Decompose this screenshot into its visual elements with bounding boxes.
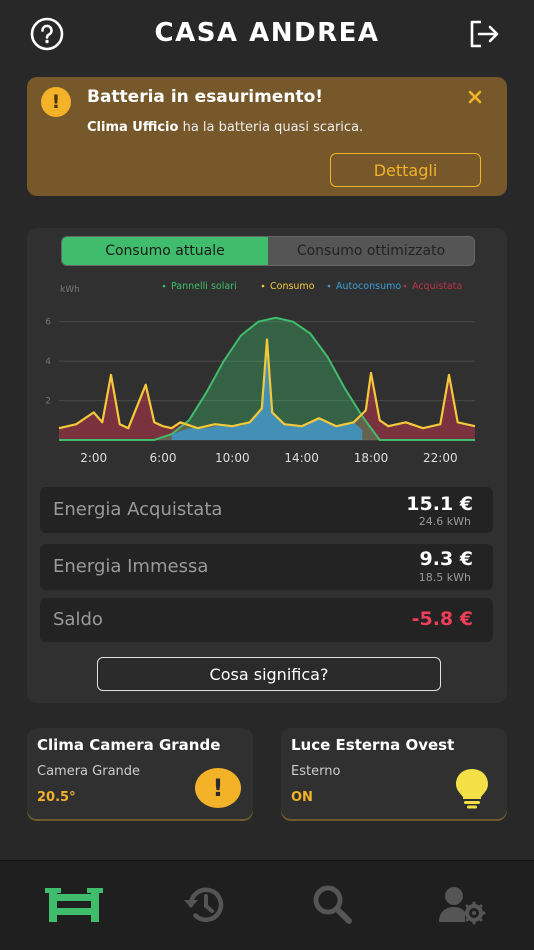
legend-dot: [403, 284, 407, 288]
x-tick-label: 18:00: [354, 451, 389, 465]
battery-alert: ! Batteria in esaurimento! Clima Ufficio…: [27, 77, 507, 196]
stat-label: Energia Immessa: [53, 556, 209, 577]
energy-chart: 2 4 6 kWh Pannelli solari Consumo Autoconsumo A…: [45, 281, 476, 465]
tab-consumo-attuale[interactable]: Consumo attuale: [62, 237, 268, 265]
lightbulb-icon: [456, 769, 488, 809]
y-tick-label: 6: [45, 318, 51, 328]
home-icon: [45, 888, 103, 922]
legend-entry: Autoconsumo: [336, 281, 401, 292]
help-circle-icon: [30, 17, 64, 51]
x-tick-label: 2:00: [80, 451, 107, 465]
stat-label: Energia Acquistata: [53, 499, 223, 520]
energy-panel: Consumo attuale Consumo ottimizzato 2 4 6 k…: [27, 228, 507, 703]
device-title: Clima Camera Grande: [37, 736, 221, 754]
stat-kwh: 24.6 kWh: [418, 515, 471, 528]
stat-label: Saldo: [53, 609, 103, 630]
search-icon: [313, 885, 352, 924]
nav-history[interactable]: [174, 883, 234, 927]
nav-user-settings[interactable]: [432, 883, 492, 927]
stat-energia-acquistata: Energia Acquistata 15.1 € 24.6 kWh: [40, 487, 493, 533]
logout-button[interactable]: [466, 16, 502, 52]
warning-icon: !: [195, 768, 241, 808]
legend-entry: Pannelli solari: [171, 281, 237, 292]
close-icon: [468, 90, 482, 104]
nav-home[interactable]: [44, 883, 104, 927]
device-title: Luce Esterna Ovest: [291, 736, 455, 754]
bottom-nav: [0, 860, 534, 950]
y-axis-label: kWh: [60, 285, 80, 295]
exclamation-icon: !: [41, 87, 71, 117]
legend-dot: [162, 284, 166, 288]
stat-saldo: Saldo -5.8 €: [40, 598, 493, 642]
alert-details-button[interactable]: Dettagli: [330, 153, 481, 187]
x-tick-label: 14:00: [284, 451, 319, 465]
page-title: CASA ANDREA: [154, 18, 380, 48]
y-tick-label: 2: [45, 397, 51, 407]
legend-entry: Consumo: [270, 281, 315, 292]
x-tick-label: 22:00: [423, 451, 458, 465]
alert-close-button[interactable]: [463, 85, 487, 109]
logout-icon: [470, 20, 499, 48]
device-value: ON: [291, 790, 313, 805]
device-value: 20.5°: [37, 790, 76, 805]
y-tick-label: 4: [45, 357, 51, 367]
alert-device-name: Clima Ufficio: [87, 120, 179, 135]
legend-dot: [261, 284, 265, 288]
device-room: Camera Grande: [37, 764, 141, 779]
device-light-toggle[interactable]: [449, 768, 495, 809]
device-card-luce[interactable]: Luce Esterna Ovest Esterno ON: [281, 728, 507, 819]
device-warning-button[interactable]: !: [195, 768, 241, 808]
stat-kwh: 18.5 kWh: [418, 571, 471, 584]
user-settings-icon: [439, 887, 486, 925]
info-button[interactable]: Cosa significa?: [97, 657, 441, 691]
x-tick-label: 6:00: [150, 451, 177, 465]
alert-title: Batteria in esaurimento!: [87, 87, 323, 107]
stat-energia-immessa: Energia Immessa 9.3 € 18.5 kWh: [40, 544, 493, 590]
alert-message: Clima Ufficio ha la batteria quasi scari…: [87, 120, 363, 135]
legend-dot: [327, 284, 331, 288]
tab-consumo-ottimizzato[interactable]: Consumo ottimizzato: [268, 237, 474, 265]
stat-value: 9.3 €: [419, 548, 474, 570]
device-card-clima[interactable]: Clima Camera Grande Camera Grande 20.5° …: [27, 728, 253, 819]
consumption-toggle: Consumo attuale Consumo ottimizzato: [61, 236, 475, 266]
app-header: CASA ANDREA: [0, 0, 534, 68]
stat-value: -5.8 €: [411, 608, 473, 630]
history-icon: [184, 887, 224, 922]
help-button[interactable]: [29, 16, 65, 52]
x-tick-label: 10:00: [215, 451, 250, 465]
stat-value: 15.1 €: [406, 493, 473, 515]
nav-search[interactable]: [302, 883, 362, 927]
legend-entry: Acquistata: [412, 281, 462, 292]
device-room: Esterno: [291, 764, 341, 779]
alert-message-text: ha la batteria quasi scarica.: [178, 120, 364, 135]
